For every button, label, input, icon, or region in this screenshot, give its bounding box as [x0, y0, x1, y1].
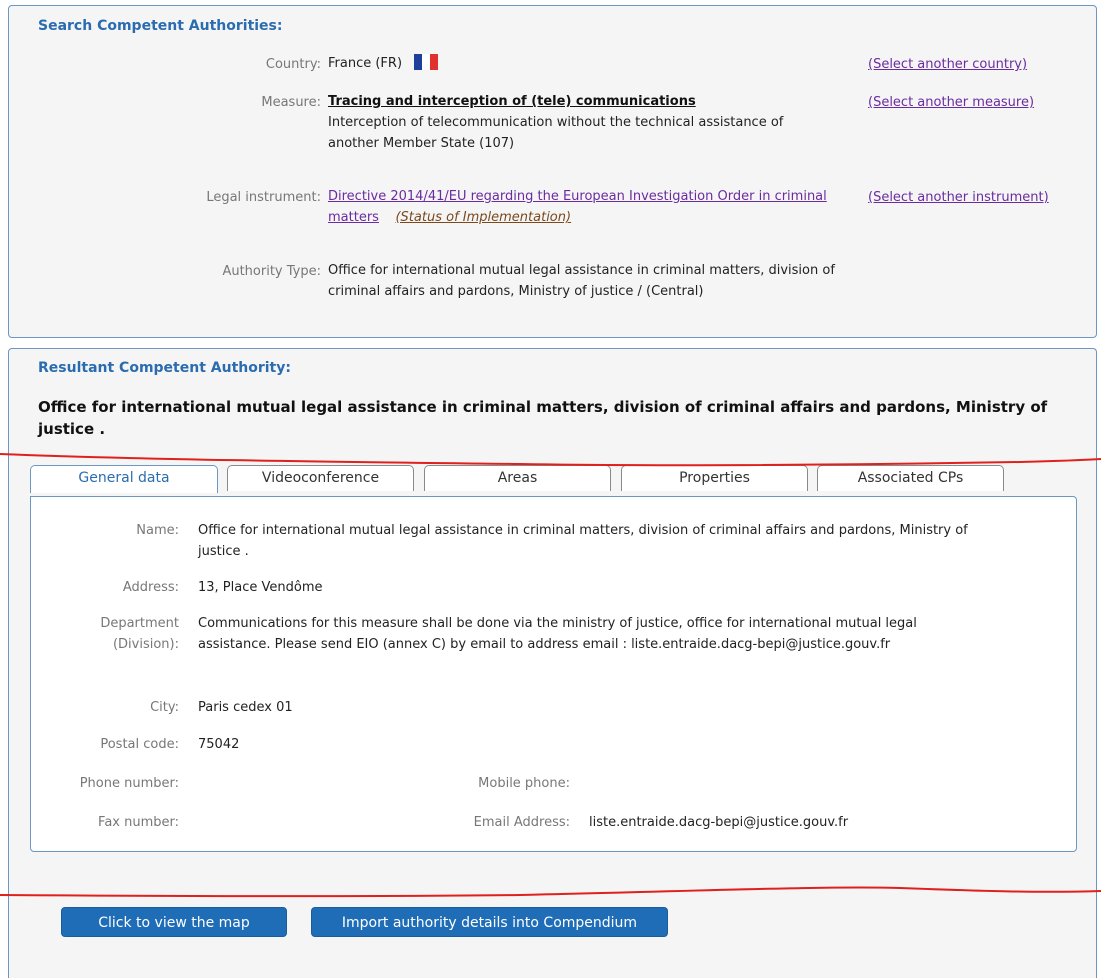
select-country-link[interactable]: (Select another country) — [868, 57, 1027, 72]
measure-label: Measure: — [261, 95, 321, 110]
country-label: Country: — [265, 57, 321, 72]
postal-code-label: Postal code: — [100, 737, 179, 752]
fax-label: Fax number: — [98, 815, 179, 830]
search-panel-title: Search Competent Authorities: — [38, 18, 283, 34]
postal-code-value: 75042 — [198, 737, 240, 752]
city-value: Paris cedex 01 — [198, 700, 293, 715]
tab-associated-cps[interactable]: Associated CPs — [817, 465, 1004, 491]
import-authority-button[interactable]: Import authority details into Compendium — [311, 907, 668, 937]
search-panel: Search Competent Authorities: Country: F… — [8, 5, 1097, 338]
tab-general-data[interactable]: General data — [30, 465, 218, 493]
address-label: Address: — [122, 580, 179, 595]
instrument-label: Legal instrument: — [206, 190, 321, 205]
phone-label: Phone number: — [79, 776, 179, 791]
measure-value: Tracing and interception of (tele) commu… — [328, 91, 838, 154]
general-data-panel: Name: Office for international mutual le… — [30, 496, 1077, 852]
department-label-line1: Department — [100, 616, 179, 631]
name-value: Office for international mutual legal as… — [198, 523, 968, 559]
instrument-value: Directive 2014/41/EU regarding the Europ… — [328, 186, 838, 228]
result-panel-title: Resultant Competent Authority: — [38, 360, 291, 376]
name-label: Name: — [136, 523, 179, 538]
address-value: 13, Place Vendôme — [198, 580, 323, 595]
select-instrument-link[interactable]: (Select another instrument) — [868, 190, 1049, 205]
tab-properties[interactable]: Properties — [621, 465, 808, 491]
department-value: Communications for this measure shall be… — [198, 616, 917, 652]
email-label: Email Address: — [473, 815, 570, 830]
country-value: France (FR) — [328, 53, 439, 74]
authority-type-label: Authority Type: — [222, 264, 321, 279]
authority-type-value: Office for international mutual legal as… — [328, 263, 835, 299]
measure-description: Interception of telecommunication withou… — [328, 115, 784, 151]
mobile-label: Mobile phone: — [478, 776, 570, 791]
department-label-line2: (Division): — [112, 637, 179, 652]
city-label: City: — [150, 700, 179, 715]
country-text: France (FR) — [328, 56, 403, 71]
authority-name-heading: Office for international mutual legal as… — [38, 398, 1048, 438]
result-panel: Resultant Competent Authority: Office fo… — [8, 348, 1097, 978]
email-value: liste.entraide.dacg-bepi@justice.gouv.fr — [589, 815, 849, 830]
tab-areas[interactable]: Areas — [424, 465, 611, 491]
france-flag-icon — [414, 54, 439, 70]
measure-title: Tracing and interception of (tele) commu… — [328, 94, 696, 109]
tab-videoconference[interactable]: Videoconference — [227, 465, 414, 491]
select-measure-link[interactable]: (Select another measure) — [868, 95, 1034, 110]
department-label: Department (Division): — [100, 613, 179, 655]
status-of-implementation-link[interactable]: (Status of Implementation) — [395, 210, 571, 225]
view-map-button[interactable]: Click to view the map — [61, 907, 287, 937]
